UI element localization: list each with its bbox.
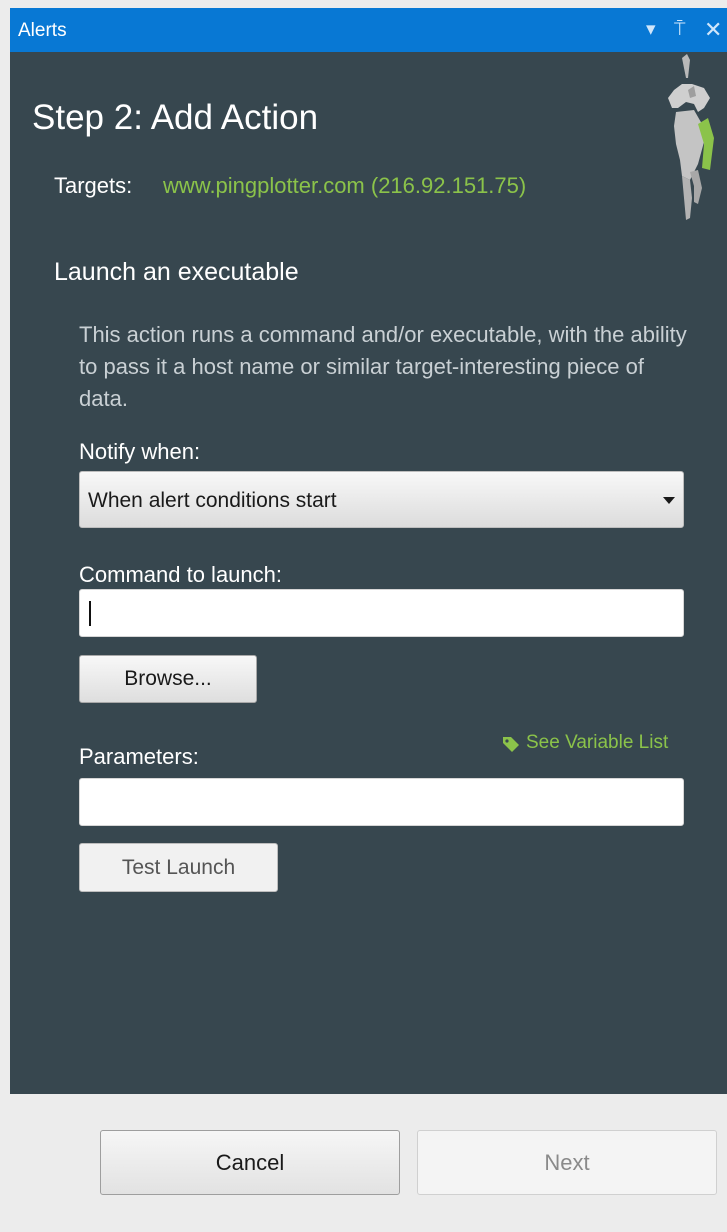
alerts-panel: Alerts ▾ ⍑ ✕ Step 2: Add Action Targets:… [10,8,727,1232]
wizard-content: Step 2: Add Action Targets: www.pingplot… [10,52,727,1094]
parameters-input[interactable] [79,778,684,826]
browse-button[interactable]: Browse... [79,655,257,703]
parameters-label: Parameters: [79,744,199,769]
test-launch-button[interactable]: Test Launch [79,843,278,892]
notify-when-value: When alert conditions start [88,489,337,512]
command-input[interactable] [79,589,684,637]
chevron-down-icon [663,497,675,504]
panel-title: Alerts [18,20,67,41]
step-title: Step 2: Add Action [32,98,319,137]
dropdown-arrow-icon[interactable]: ▾ [646,18,662,42]
targets-label: Targets: [54,173,133,198]
notify-when-select[interactable]: When alert conditions start [79,471,684,528]
action-title: Launch an executable [54,258,299,286]
pin-icon[interactable]: ⍑ [674,18,692,42]
action-description: This action runs a command and/or execut… [79,322,687,411]
next-button[interactable]: Next [417,1130,717,1195]
superhero-mascot-icon [668,54,714,220]
close-icon[interactable]: ✕ [704,18,724,42]
cancel-button[interactable]: Cancel [100,1130,400,1195]
text-cursor [89,601,91,626]
see-variable-list-label: See Variable List [526,732,669,753]
command-to-launch-label: Command to launch: [79,562,282,587]
title-bar: Alerts ▾ ⍑ ✕ [10,8,727,52]
notify-when-label: Notify when: [79,439,201,464]
targets-value: www.pingplotter.com (216.92.151.75) [163,173,527,198]
tag-icon [503,737,519,752]
